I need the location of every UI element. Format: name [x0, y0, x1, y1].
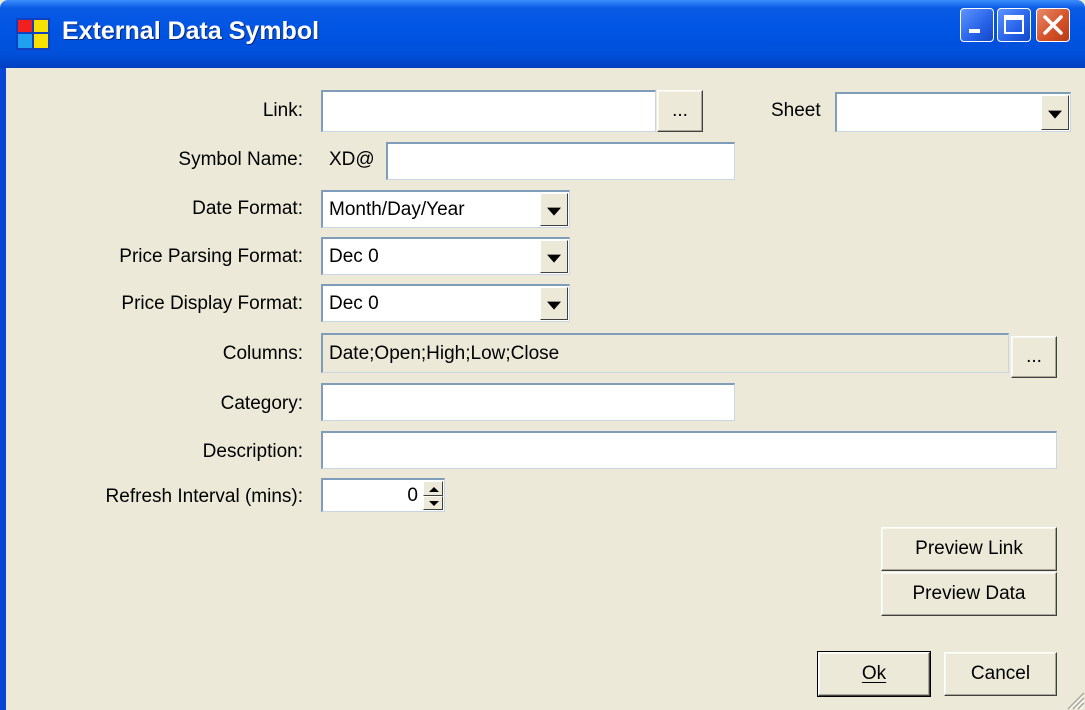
- date-format-dropdown[interactable]: Month/Day/Year: [321, 190, 570, 228]
- price-parsing-dropdown[interactable]: Dec 0: [321, 237, 570, 275]
- symbol-name-input[interactable]: [386, 142, 735, 180]
- cancel-label: Cancel: [970, 663, 1031, 684]
- category-input[interactable]: [321, 383, 735, 421]
- date-format-label: Date Format:: [192, 198, 303, 219]
- sheet-dropdown-button[interactable]: [1041, 95, 1069, 130]
- app-icon: [16, 18, 50, 50]
- cancel-button[interactable]: Cancel: [944, 652, 1057, 696]
- price-parsing-label: Price Parsing Format:: [119, 246, 303, 267]
- date-format-value: Month/Day/Year: [329, 198, 465, 220]
- link-browse-label: ...: [672, 100, 688, 121]
- maximize-button[interactable]: [997, 8, 1031, 42]
- category-label: Category:: [220, 393, 303, 414]
- preview-data-label: Preview Data: [912, 583, 1026, 604]
- title-bar[interactable]: External Data Symbol: [0, 0, 1085, 68]
- spin-up-button[interactable]: [423, 481, 443, 496]
- columns-browse-label: ...: [1026, 346, 1042, 367]
- price-display-dropdown[interactable]: Dec 0: [321, 284, 570, 322]
- ok-button[interactable]: Ok: [817, 651, 931, 697]
- price-display-dropdown-button[interactable]: [540, 287, 568, 320]
- link-input[interactable]: [321, 90, 656, 132]
- arrow-up-icon: [429, 487, 439, 492]
- price-display-label: Price Display Format:: [121, 293, 303, 314]
- minimize-icon: [969, 29, 980, 33]
- price-display-value: Dec 0: [329, 292, 379, 314]
- preview-data-button[interactable]: Preview Data: [881, 572, 1057, 616]
- date-format-dropdown-button[interactable]: [540, 193, 568, 226]
- price-parsing-dropdown-button[interactable]: [540, 240, 568, 273]
- columns-label: Columns:: [222, 343, 303, 364]
- dialog-window: External Data Symbol Link: ... Sheet Sym…: [0, 0, 1085, 710]
- link-label: Link:: [262, 100, 303, 121]
- refresh-spinner: [423, 481, 443, 510]
- preview-link-button[interactable]: Preview Link: [881, 527, 1057, 571]
- maximize-icon: [1004, 15, 1024, 34]
- close-button[interactable]: [1036, 8, 1070, 42]
- window-border: [0, 68, 6, 710]
- description-input[interactable]: [321, 431, 1057, 469]
- refresh-interval-value: 0: [407, 484, 418, 506]
- chevron-down-icon: [547, 254, 561, 263]
- ok-label: Ok: [861, 663, 887, 684]
- refresh-interval-label: Refresh Interval (mins):: [105, 486, 303, 507]
- columns-value: Date;Open;High;Low;Close: [329, 342, 560, 364]
- sheet-label: Sheet: [771, 100, 821, 121]
- columns-browse-button[interactable]: ...: [1011, 336, 1057, 378]
- description-label: Description:: [202, 441, 303, 462]
- symbol-prefix: XD@: [329, 149, 375, 170]
- sheet-dropdown[interactable]: [835, 92, 1071, 132]
- resize-grip-icon[interactable]: [1063, 688, 1085, 710]
- window-title: External Data Symbol: [62, 17, 320, 45]
- spin-down-button[interactable]: [423, 495, 443, 510]
- arrow-down-icon: [429, 500, 439, 506]
- minimize-button[interactable]: [960, 8, 994, 42]
- price-parsing-value: Dec 0: [329, 245, 379, 267]
- close-icon: [1043, 15, 1063, 35]
- symbol-name-label: Symbol Name:: [178, 149, 303, 170]
- preview-link-label: Preview Link: [915, 538, 1023, 559]
- chevron-down-icon: [1048, 110, 1062, 119]
- refresh-interval-stepper[interactable]: 0: [321, 478, 445, 512]
- chevron-down-icon: [547, 207, 561, 216]
- chevron-down-icon: [547, 301, 561, 310]
- columns-field[interactable]: Date;Open;High;Low;Close: [321, 333, 1009, 373]
- link-browse-button[interactable]: ...: [657, 90, 703, 132]
